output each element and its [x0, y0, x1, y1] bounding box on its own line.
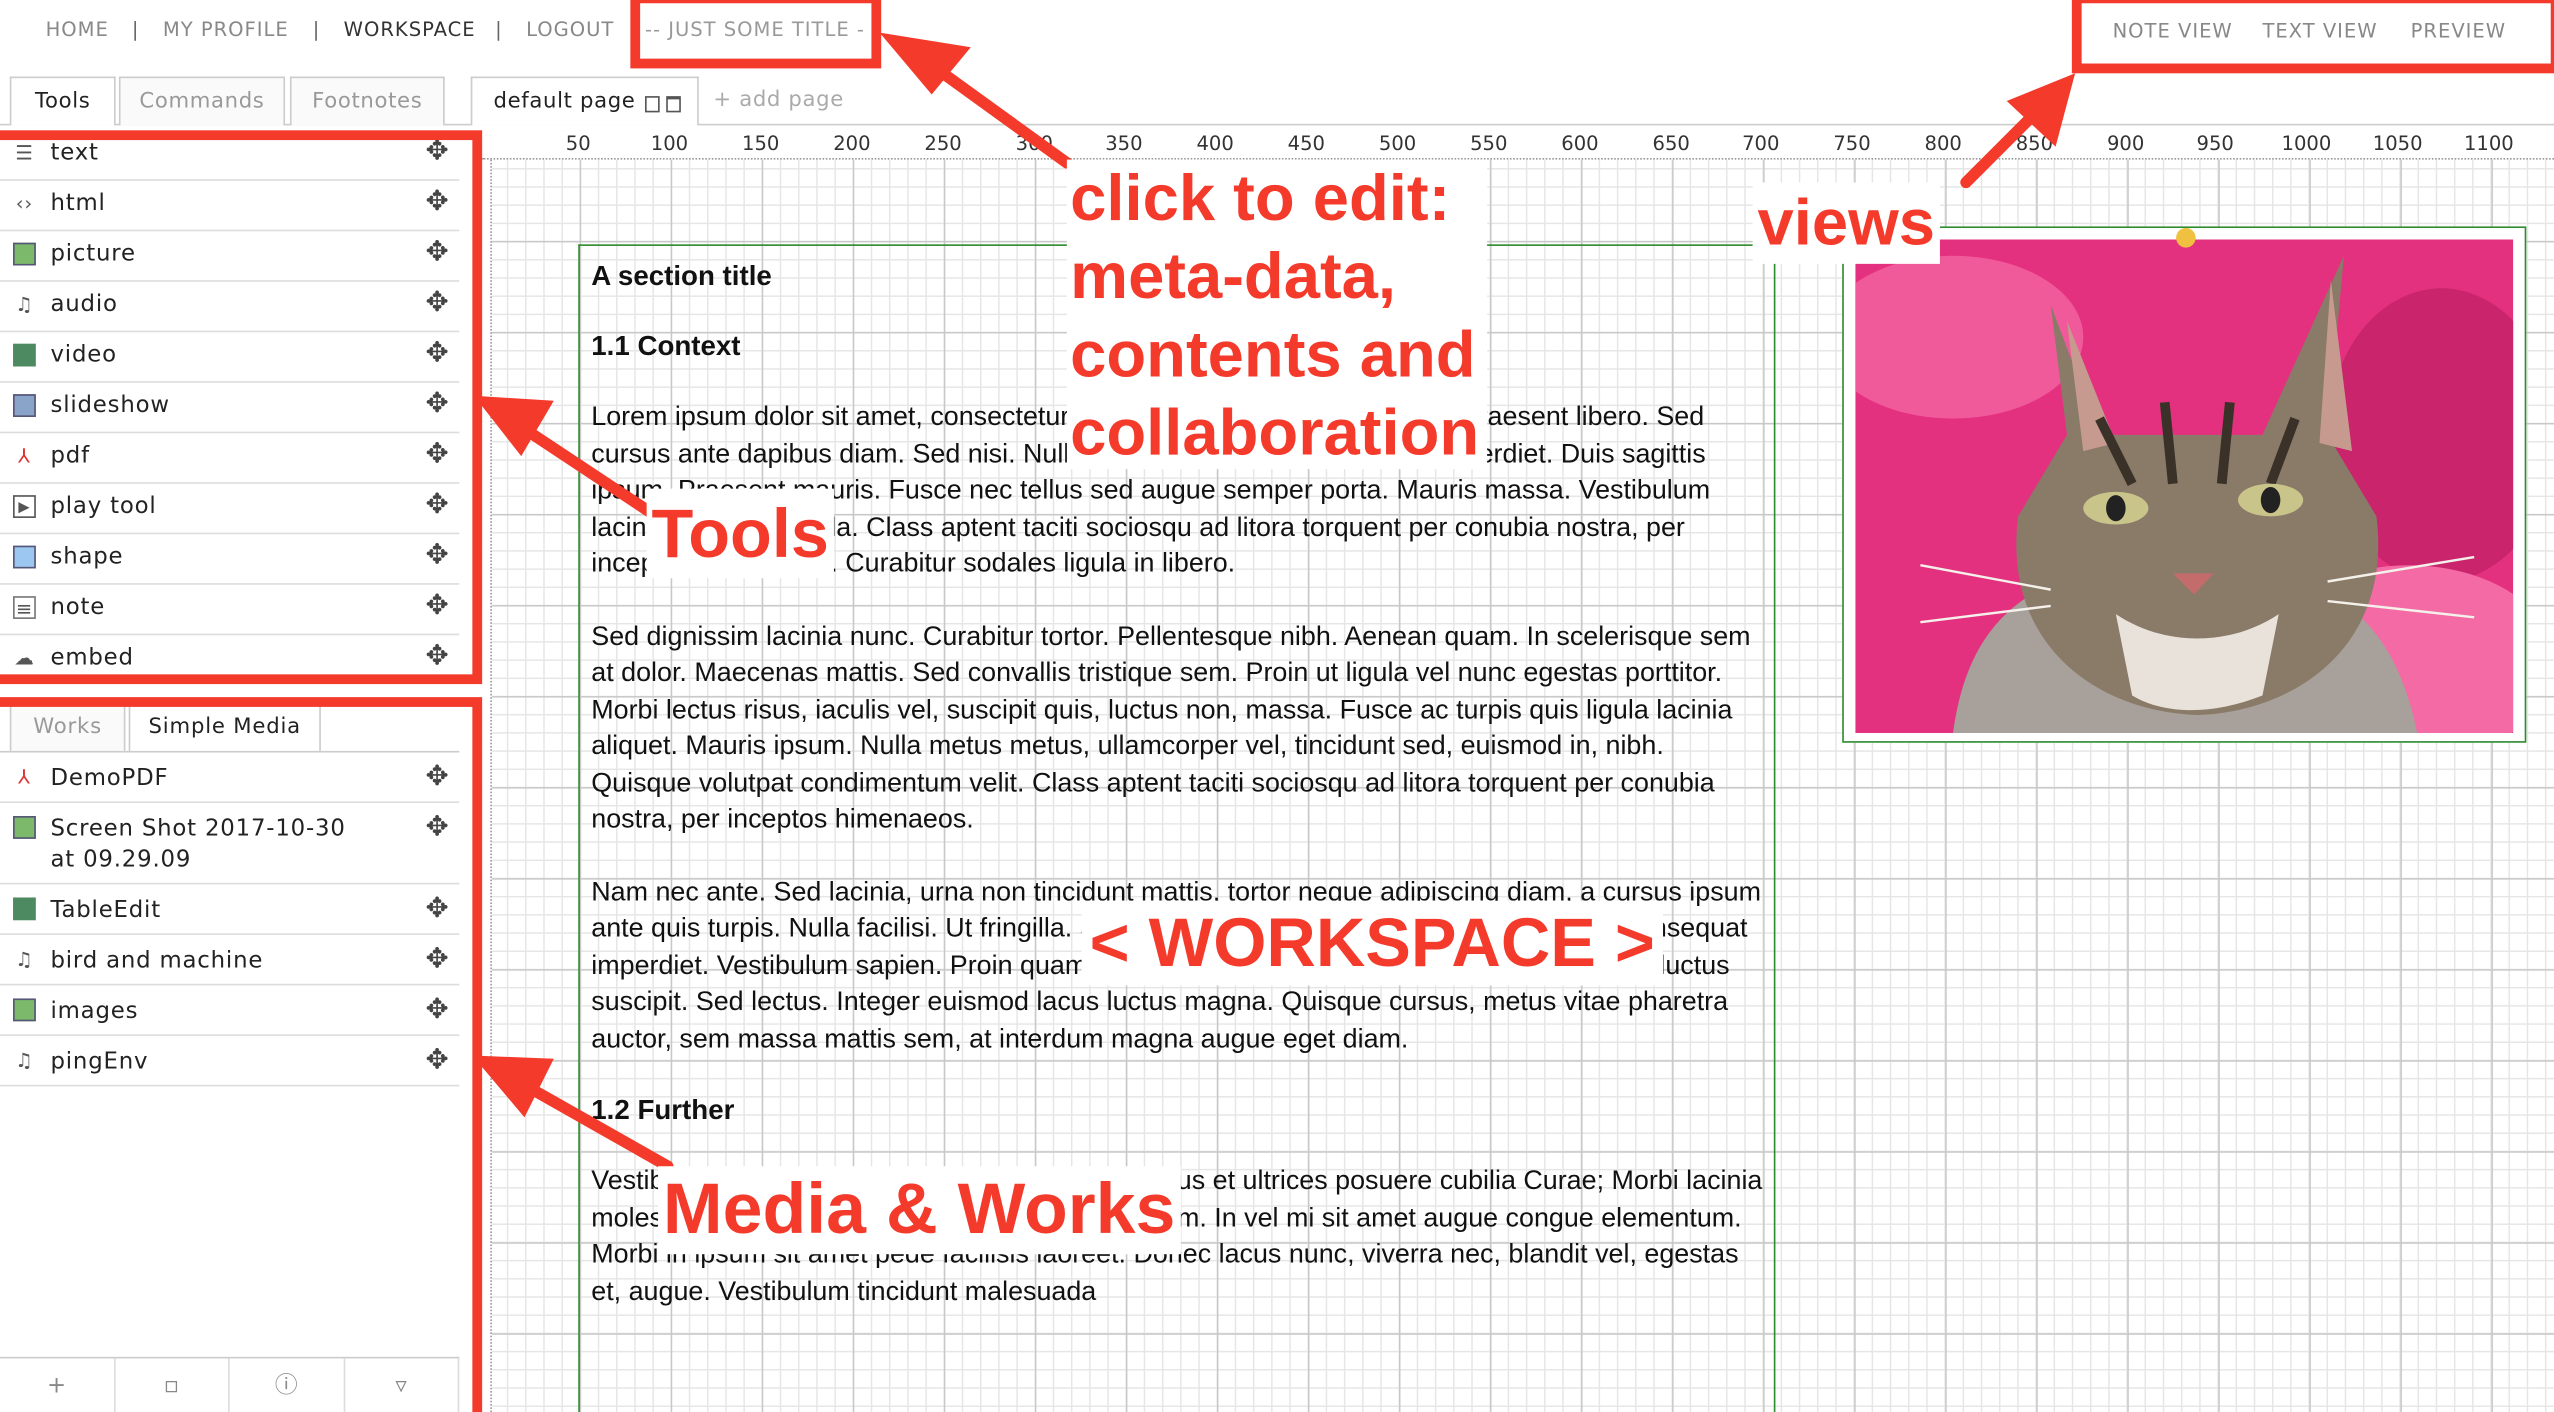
- annotation-views: views: [1752, 182, 1940, 264]
- annotation-media: Media & Works: [658, 1166, 1181, 1255]
- annotation-tools: Tools: [646, 488, 834, 579]
- annotation-edit: click to edit: meta-data, contents and c…: [1066, 159, 1488, 469]
- app-root: HOME | MY PROFILE | WORKSPACE | LOGOUT -…: [0, 0, 2554, 1412]
- annotation-workspace: < WORKSPACE >: [1081, 900, 1663, 986]
